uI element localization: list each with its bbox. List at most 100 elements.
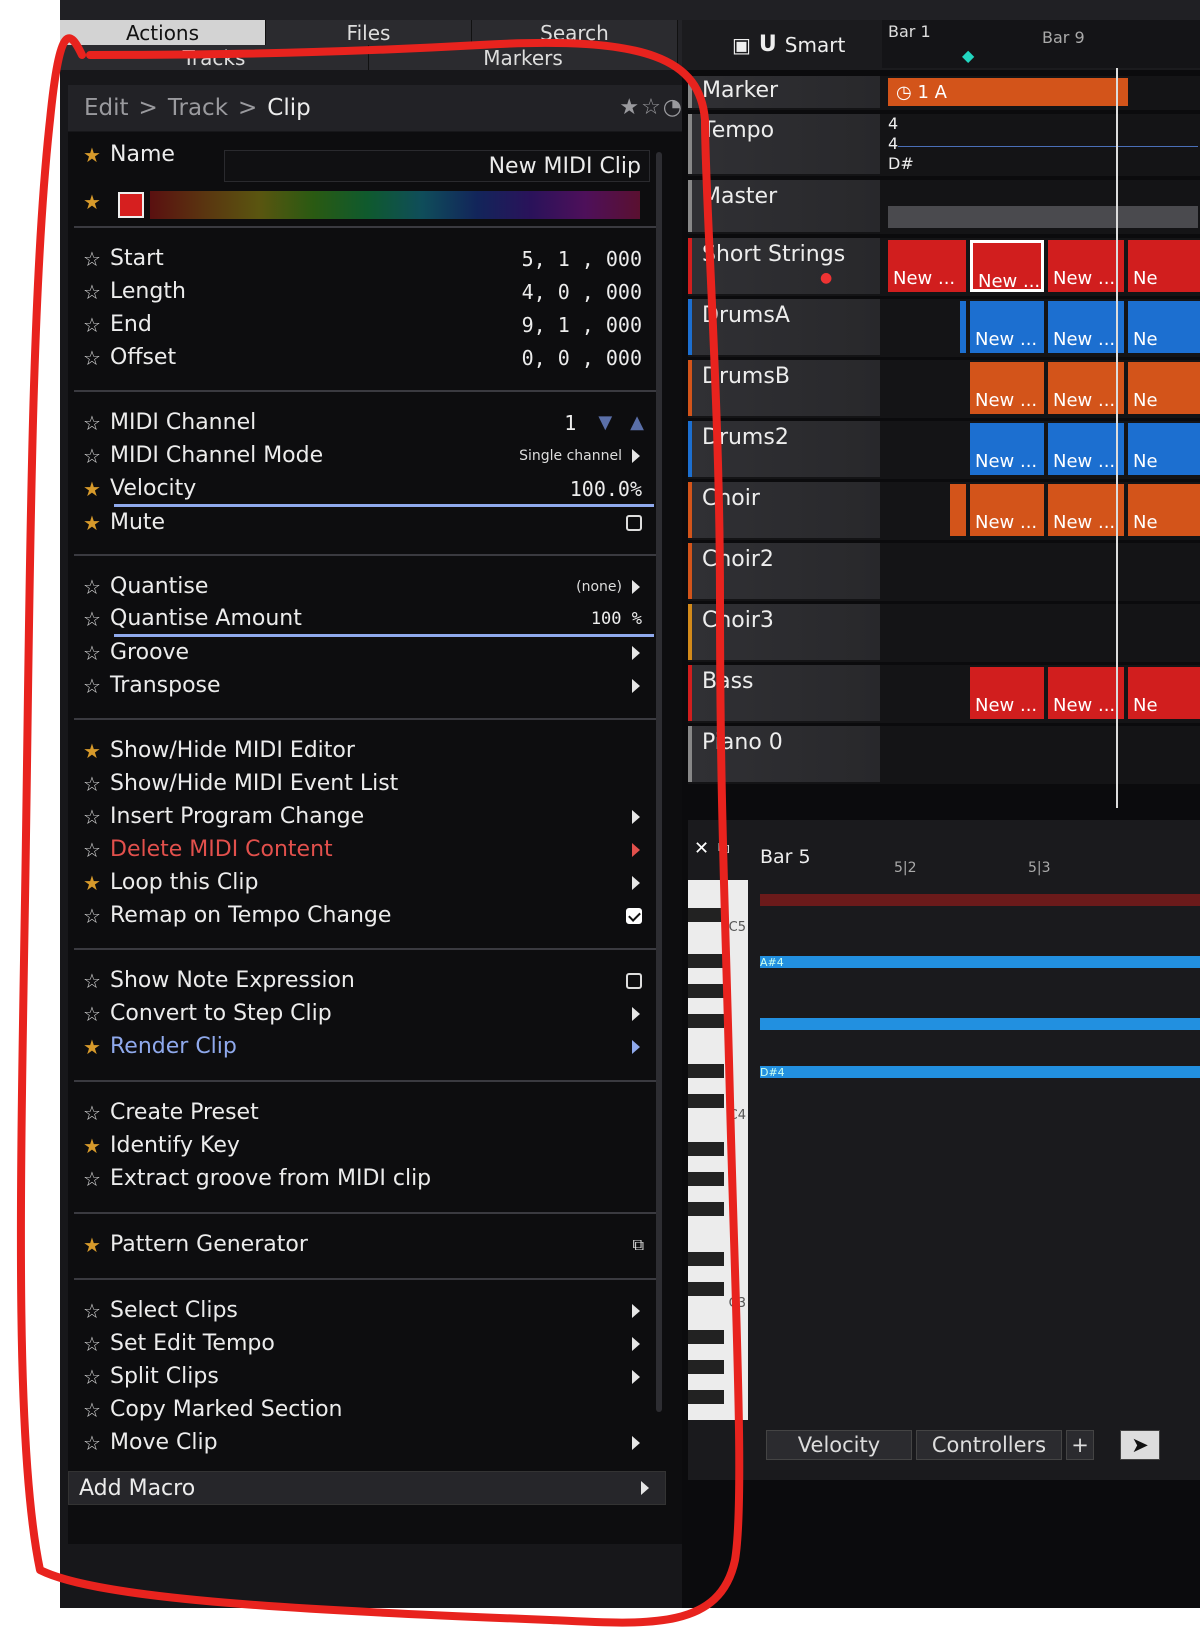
- star-outline-icon[interactable]: ☆: [74, 313, 110, 337]
- delete-midi-content-item[interactable]: ☆ Delete MIDI Content: [74, 833, 656, 866]
- chevron-right-icon[interactable]: [632, 448, 640, 463]
- favourite-star-icon[interactable]: ★: [74, 477, 110, 501]
- chevron-right-icon[interactable]: [632, 1303, 640, 1318]
- black-key[interactable]: [688, 984, 724, 998]
- midi-clip[interactable]: New ...: [1048, 484, 1124, 536]
- select-clips-item[interactable]: ☆ Select Clips: [74, 1294, 656, 1327]
- black-key[interactable]: [688, 1064, 724, 1078]
- black-key[interactable]: [688, 954, 724, 968]
- open-window-icon[interactable]: ⧉: [633, 1235, 644, 1255]
- midi-note[interactable]: [760, 1018, 1200, 1030]
- midi-clip[interactable]: New ...: [970, 362, 1044, 414]
- quantise-amount-value[interactable]: 100 %: [591, 609, 642, 629]
- midi-clip[interactable]: Ne: [1128, 423, 1200, 475]
- render-clip-item[interactable]: ★ Render Clip: [74, 1030, 656, 1063]
- midi-clip[interactable]: New ...: [970, 301, 1044, 353]
- start-row[interactable]: ☆ Start 5, 1 , 000: [74, 242, 656, 275]
- show-hide-midi-editor-item[interactable]: ★ Show/Hide MIDI Editor: [74, 734, 656, 767]
- velocity-row[interactable]: ★ Velocity 100.0%: [74, 472, 656, 505]
- favourite-star-icon[interactable]: ★: [74, 190, 110, 214]
- insert-program-change-item[interactable]: ☆ Insert Program Change: [74, 800, 656, 833]
- length-row[interactable]: ☆ Length 4, 0 , 000: [74, 275, 656, 308]
- mute-row[interactable]: ★ Mute: [74, 506, 656, 539]
- quantise-value[interactable]: (none): [576, 579, 622, 595]
- midi-clip[interactable]: Ne: [1128, 240, 1200, 292]
- split-clips-item[interactable]: ☆ Split Clips: [74, 1360, 656, 1393]
- midi-clip[interactable]: New ...: [888, 240, 966, 292]
- midi-clip[interactable]: New ...: [1048, 362, 1124, 414]
- star-outline-icon[interactable]: ☆: [74, 280, 110, 304]
- track-bass[interactable]: Bass New ... New ... Ne: [688, 665, 1200, 723]
- midi-clip[interactable]: Ne: [1128, 667, 1200, 719]
- record-icon[interactable]: ●: [820, 270, 832, 286]
- midi-clip[interactable]: New ...: [970, 484, 1044, 536]
- chevron-right-icon[interactable]: [632, 1336, 640, 1351]
- midi-channel-value[interactable]: 1: [564, 411, 576, 435]
- chevron-right-icon[interactable]: [632, 1369, 640, 1384]
- mute-checkbox[interactable]: [626, 514, 642, 531]
- chevron-right-icon[interactable]: [632, 579, 640, 594]
- convert-to-step-clip-item[interactable]: ☆ Convert to Step Clip: [74, 997, 656, 1030]
- length-value[interactable]: 4, 0 , 000: [522, 280, 642, 304]
- star-outline-icon[interactable]: ☆: [74, 641, 110, 665]
- set-edit-tempo-item[interactable]: ☆ Set Edit Tempo: [74, 1327, 656, 1360]
- star-outline-icon[interactable]: ☆: [74, 674, 110, 698]
- clip-range-bar[interactable]: [760, 894, 1200, 906]
- quantise-amount-row[interactable]: ☆ Quantise Amount 100 %: [74, 602, 656, 635]
- midi-clip[interactable]: Ne: [1128, 362, 1200, 414]
- track-drums2[interactable]: Drums2 New ... New ... Ne: [688, 421, 1200, 479]
- star-outline-icon[interactable]: ☆: [74, 805, 110, 829]
- favourite-star-icon[interactable]: ★: [74, 1233, 110, 1257]
- midi-clip[interactable]: New ...: [1048, 423, 1124, 475]
- midi-clip[interactable]: [960, 301, 966, 353]
- chevron-right-icon[interactable]: [632, 875, 640, 890]
- tab-controllers[interactable]: Controllers: [916, 1430, 1062, 1460]
- favourite-star-icon[interactable]: ★: [74, 1134, 110, 1158]
- star-outline-icon[interactable]: ☆: [74, 1332, 110, 1356]
- identify-key-item[interactable]: ★ Identify Key: [74, 1129, 656, 1162]
- scrollbar[interactable]: [656, 152, 662, 1412]
- remap-on-tempo-change-item[interactable]: ☆ Remap on Tempo Change: [74, 899, 656, 932]
- add-lane-button[interactable]: +: [1066, 1430, 1094, 1460]
- black-key[interactable]: [688, 1014, 724, 1028]
- track-choir[interactable]: Choir New ... New ... Ne: [688, 482, 1200, 540]
- breadcrumb-track[interactable]: Track: [168, 95, 228, 121]
- groove-row[interactable]: ☆ Groove: [74, 636, 656, 669]
- star-outline-icon[interactable]: ☆: [74, 838, 110, 862]
- star-outline-icon[interactable]: ☆: [74, 346, 110, 370]
- show-note-expression-item[interactable]: ☆ Show Note Expression: [74, 964, 656, 997]
- black-key[interactable]: [688, 1172, 724, 1186]
- star-outline-icon[interactable]: ☆: [74, 575, 110, 599]
- create-preset-item[interactable]: ☆ Create Preset: [74, 1096, 656, 1129]
- clip-name-field[interactable]: New MIDI Clip: [224, 150, 650, 182]
- midi-clip-selected[interactable]: New ...: [970, 240, 1044, 292]
- midi-note[interactable]: A#4: [760, 956, 1200, 969]
- channel-down-icon[interactable]: ▼: [598, 412, 612, 433]
- chevron-right-icon[interactable]: [632, 645, 640, 660]
- track-master[interactable]: Master: [688, 180, 1200, 234]
- black-key[interactable]: [688, 1142, 724, 1156]
- chevron-right-icon[interactable]: [632, 1039, 640, 1054]
- black-key[interactable]: [688, 1390, 724, 1404]
- pointer-tool-icon[interactable]: ➤: [1120, 1430, 1160, 1460]
- tab-search[interactable]: Search: [472, 20, 678, 45]
- archive-icon[interactable]: ▣: [732, 33, 751, 57]
- track-choir2[interactable]: Choir2: [688, 543, 1200, 601]
- midi-clip[interactable]: New ...: [1048, 301, 1124, 353]
- midi-clip[interactable]: [950, 484, 966, 536]
- track-drumsa[interactable]: DrumsA New ... New ... Ne: [688, 299, 1200, 357]
- note-expression-checkbox[interactable]: [626, 972, 642, 989]
- smart-tool[interactable]: ▣ U Smart: [732, 32, 845, 57]
- midi-clip[interactable]: New ...: [970, 423, 1044, 475]
- tempo-signature[interactable]: 4 4 D#: [888, 114, 914, 174]
- track-choir3[interactable]: Choir3: [688, 604, 1200, 662]
- chevron-right-icon[interactable]: [632, 809, 640, 824]
- magnet-icon[interactable]: U: [759, 32, 777, 57]
- midi-clip[interactable]: New ...: [970, 667, 1044, 719]
- favourite-star-icon[interactable]: ★: [74, 511, 110, 535]
- tab-tracks[interactable]: Tracks: [60, 45, 369, 70]
- track-marker[interactable]: Marker ◷ 1 A: [688, 76, 1200, 110]
- clip-color-swatch[interactable]: [118, 192, 144, 218]
- loop-marker-icon[interactable]: ◆: [962, 46, 974, 65]
- midi-clip[interactable]: Ne: [1128, 301, 1200, 353]
